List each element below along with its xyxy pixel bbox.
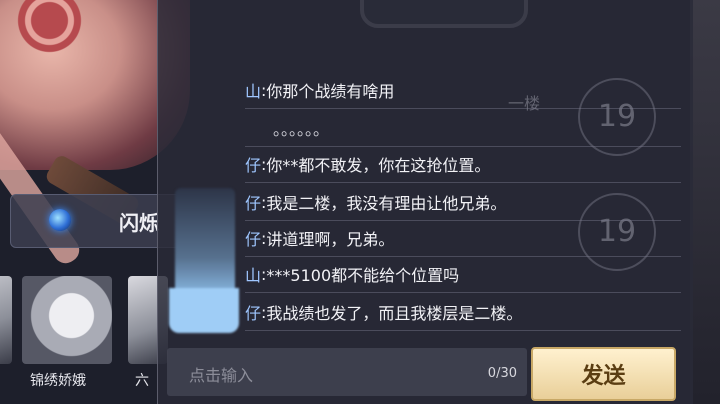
message-sender: 山	[245, 82, 262, 101]
chat-input[interactable]: 点击输入 0/30	[167, 348, 527, 396]
message-sender: 仔	[245, 304, 262, 323]
hero-name: 六	[135, 373, 149, 389]
message-text: 你那个战绩有啥用	[266, 82, 395, 101]
spell-name: 闪烁	[119, 211, 159, 235]
chat-message: 仔: 讲道理啊，兄弟。	[245, 220, 681, 257]
message-text: 讲道理啊，兄弟。	[266, 230, 395, 249]
hero-card[interactable]	[0, 276, 12, 364]
message-text: 你**都不敢发，你在这抢位置。	[266, 156, 491, 175]
character-counter: 0/30	[487, 366, 517, 381]
send-button[interactable]: 发送	[531, 347, 676, 401]
message-text: 。。。。。。	[273, 120, 330, 139]
message-text: ***5100都不能给个位置吗	[266, 266, 460, 285]
chat-message: 仔: 你**都不敢发，你在这抢位置。	[245, 146, 681, 183]
message-sender: 仔	[245, 194, 262, 213]
blurred-avatar	[169, 188, 239, 333]
chat-message: 。。。。。。	[245, 110, 681, 147]
message-sender: 仔	[245, 230, 262, 249]
message-text: 我战绩也发了，而且我楼层是二楼。	[266, 304, 523, 323]
flash-spell-icon	[49, 209, 71, 231]
input-placeholder: 点击输入	[189, 366, 254, 385]
chat-message: 山: ***5100都不能给个位置吗	[245, 256, 681, 293]
message-sender: 仔	[245, 156, 262, 175]
message-text: 我是二楼，我没有理由让他兄弟。	[266, 194, 507, 213]
message-sender: 山	[245, 266, 262, 285]
chat-message: 仔: 我战绩也发了，而且我楼层是二楼。	[245, 294, 681, 331]
hero-card[interactable]	[22, 276, 112, 364]
right-edge-background	[690, 0, 720, 404]
chat-message: 山: 你那个战绩有啥用	[245, 72, 681, 109]
chat-message: 仔: 我是二楼，我没有理由让他兄弟。	[245, 184, 681, 221]
hero-name: 锦绣娇娥	[30, 373, 86, 389]
